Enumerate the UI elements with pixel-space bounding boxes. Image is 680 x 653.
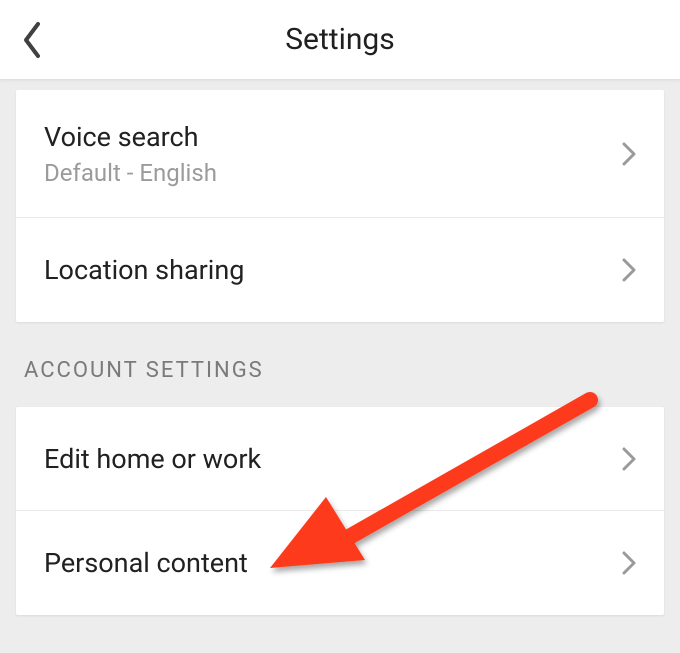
settings-row-voice-search[interactable]: Voice search Default - English <box>16 90 664 218</box>
row-text-container: Voice search Default - English <box>44 121 217 187</box>
chevron-right-icon <box>622 447 636 471</box>
chevron-right-icon <box>622 142 636 166</box>
row-title: Location sharing <box>44 254 244 286</box>
chevron-right-icon <box>622 551 636 575</box>
row-text-container: Edit home or work <box>44 443 261 475</box>
chevron-right-icon <box>622 258 636 282</box>
row-title: Personal content <box>44 547 248 579</box>
page-title: Settings <box>0 22 680 57</box>
settings-group-1: Voice search Default - English Location … <box>16 90 664 322</box>
settings-row-location-sharing[interactable]: Location sharing <box>16 218 664 322</box>
chevron-left-icon <box>20 20 42 60</box>
row-title: Edit home or work <box>44 443 261 475</box>
content-area: Voice search Default - English Location … <box>0 80 680 653</box>
row-text-container: Personal content <box>44 547 248 579</box>
settings-row-personal-content[interactable]: Personal content <box>16 511 664 615</box>
settings-row-edit-home-work[interactable]: Edit home or work <box>16 407 664 511</box>
header-bar: Settings <box>0 0 680 80</box>
section-header-account: ACCOUNT SETTINGS <box>16 322 664 407</box>
row-text-container: Location sharing <box>44 254 244 286</box>
settings-group-2: Edit home or work Personal content <box>16 407 664 615</box>
row-title: Voice search <box>44 121 217 153</box>
row-subtitle: Default - English <box>44 159 217 187</box>
back-button[interactable] <box>20 20 42 60</box>
